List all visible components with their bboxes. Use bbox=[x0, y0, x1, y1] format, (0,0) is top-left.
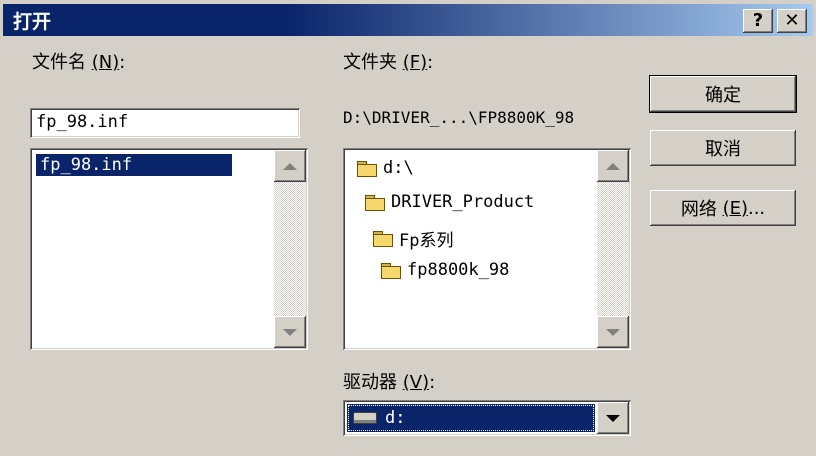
file-name-accel: (N) bbox=[91, 52, 120, 73]
file-name-input[interactable]: fp_98.inf bbox=[30, 108, 300, 138]
folder-item-fp-series[interactable]: Fp系列 bbox=[373, 226, 453, 251]
file-list-item-selected[interactable]: fp_98.inf bbox=[36, 154, 232, 176]
cancel-button[interactable]: 取消 bbox=[650, 130, 796, 166]
ok-button[interactable]: 确定 bbox=[649, 75, 797, 113]
folder-scroll-down[interactable] bbox=[597, 316, 629, 348]
folder-label: 文件夹 (F): bbox=[343, 52, 434, 73]
folder-item-fp8800k[interactable]: fp8800k_98 bbox=[381, 260, 509, 280]
folder-accel: (F) bbox=[402, 52, 428, 73]
file-list-scroll-up[interactable] bbox=[274, 150, 306, 182]
arrow-down-icon bbox=[283, 328, 297, 336]
network-button[interactable]: 网络 (E)... bbox=[650, 190, 796, 226]
folder-item-drive[interactable]: d:\ bbox=[357, 158, 414, 178]
folder-scroll-up[interactable] bbox=[597, 150, 629, 182]
file-list-scrollbar[interactable] bbox=[274, 150, 306, 348]
file-list-scroll-down[interactable] bbox=[274, 316, 306, 348]
chevron-down-icon bbox=[606, 414, 620, 422]
network-accel: (E) bbox=[722, 197, 748, 219]
drive-icon bbox=[353, 412, 377, 424]
drive-select[interactable]: d: bbox=[343, 400, 631, 436]
title-bar[interactable]: 打开 ? ✕ bbox=[3, 4, 813, 36]
arrow-up-icon bbox=[606, 162, 620, 170]
drive-dropdown-button[interactable] bbox=[597, 402, 629, 434]
help-button[interactable]: ? bbox=[743, 9, 773, 33]
folder-tree[interactable]: d:\ DRIVER_Product Fp系列 fp8800k_98 bbox=[343, 148, 631, 350]
arrow-down-icon bbox=[606, 328, 620, 336]
dialog-title: 打开 bbox=[13, 11, 52, 33]
folder-item-driver-product[interactable]: DRIVER_Product bbox=[365, 192, 534, 212]
open-folder-icon bbox=[373, 231, 393, 247]
open-dialog: 打开 ? ✕ 文件名 (N): fp_98.inf fp_98.inf 文件夹 … bbox=[0, 0, 816, 456]
folder-tree-scrollbar[interactable] bbox=[597, 150, 629, 348]
drive-select-value[interactable]: d: bbox=[347, 404, 595, 432]
open-folder-icon bbox=[381, 262, 401, 279]
file-list[interactable]: fp_98.inf bbox=[30, 148, 308, 350]
open-folder-icon bbox=[357, 160, 377, 177]
open-folder-icon bbox=[365, 194, 385, 211]
drive-accel: (V) bbox=[402, 372, 430, 393]
file-name-label: 文件名 (N): bbox=[32, 52, 126, 73]
arrow-up-icon bbox=[283, 162, 297, 170]
drive-label: 驱动器 (V): bbox=[343, 372, 436, 393]
close-button[interactable]: ✕ bbox=[777, 9, 807, 33]
current-folder-path: D:\DRIVER_...\FP8800K_98 bbox=[343, 108, 575, 127]
